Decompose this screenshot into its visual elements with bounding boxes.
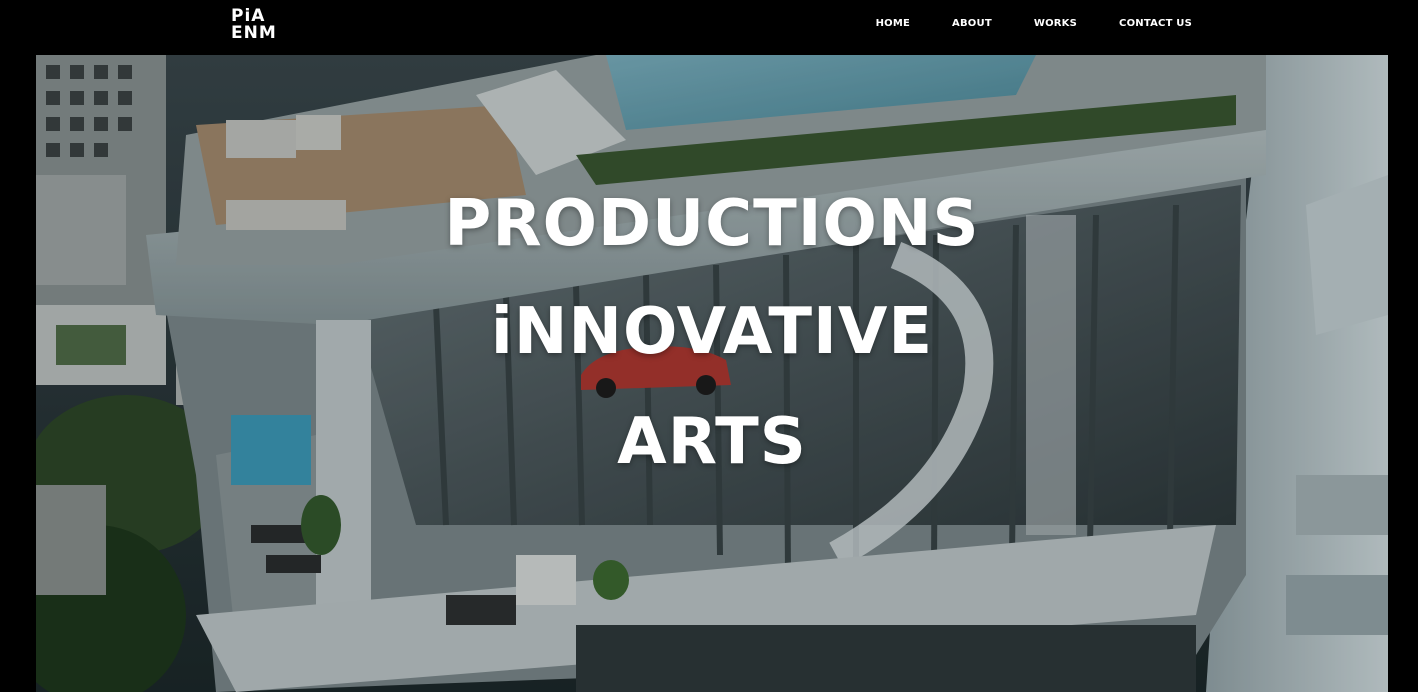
nav-about-link[interactable]: ABOUT [952,18,992,29]
nav-works-link[interactable]: WORKS [1034,18,1077,29]
main-nav: HOME ABOUT WORKS CONTACT US [876,18,1192,29]
logo-line-2: ENM [231,23,277,43]
hero-headline-line-2: iNNOVATIVE [490,295,934,369]
hero-overlay [36,55,1388,692]
brand-logo[interactable]: PiA ENM [231,8,277,42]
top-navigation-bar: PiA ENM HOME ABOUT WORKS CONTACT US [0,0,1418,55]
nav-contact-link[interactable]: CONTACT US [1119,18,1192,29]
hero-section: PRODUCTIONS iNNOVATIVE ARTS [36,55,1388,692]
hero-headline-line-1: PRODUCTIONS [444,187,980,261]
hero-headline-line-3: ARTS [617,405,807,479]
nav-home-link[interactable]: HOME [876,18,910,29]
